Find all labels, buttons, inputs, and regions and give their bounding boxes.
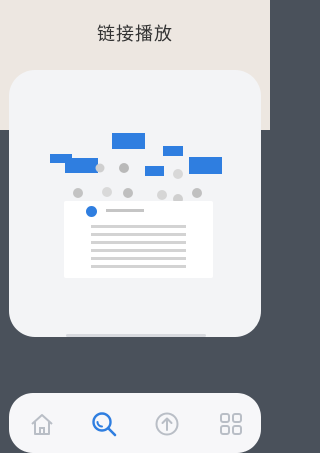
floating-dot bbox=[123, 188, 133, 198]
floating-dot bbox=[192, 188, 202, 198]
document-preview bbox=[64, 201, 213, 278]
document-text-line bbox=[91, 265, 186, 268]
floating-dot bbox=[157, 190, 167, 200]
document-text-line bbox=[91, 249, 186, 252]
floating-block-4 bbox=[163, 146, 183, 156]
floating-block-1 bbox=[112, 133, 145, 149]
floating-dot bbox=[102, 187, 112, 197]
floating-block-5 bbox=[189, 157, 222, 174]
avatar bbox=[86, 206, 97, 217]
floating-dot bbox=[95, 163, 105, 173]
nav-upload-button[interactable] bbox=[152, 409, 182, 439]
document-text-line bbox=[91, 225, 186, 228]
floating-dot bbox=[73, 188, 83, 198]
document-text-line bbox=[91, 233, 186, 236]
nav-search-button[interactable] bbox=[89, 409, 119, 439]
floating-dot bbox=[119, 163, 129, 173]
document-heading-line bbox=[106, 209, 144, 212]
document-text-line bbox=[91, 257, 186, 260]
upload-icon bbox=[155, 412, 179, 436]
nav-home-button[interactable] bbox=[27, 409, 57, 439]
floating-block-3 bbox=[65, 158, 98, 173]
document-text-line bbox=[91, 241, 186, 244]
search-icon bbox=[92, 412, 117, 437]
apps-grid-icon bbox=[220, 413, 242, 435]
floating-dot bbox=[173, 169, 183, 179]
nav-apps-button[interactable] bbox=[216, 409, 246, 439]
floating-block-6 bbox=[145, 166, 164, 176]
home-icon bbox=[31, 414, 53, 435]
